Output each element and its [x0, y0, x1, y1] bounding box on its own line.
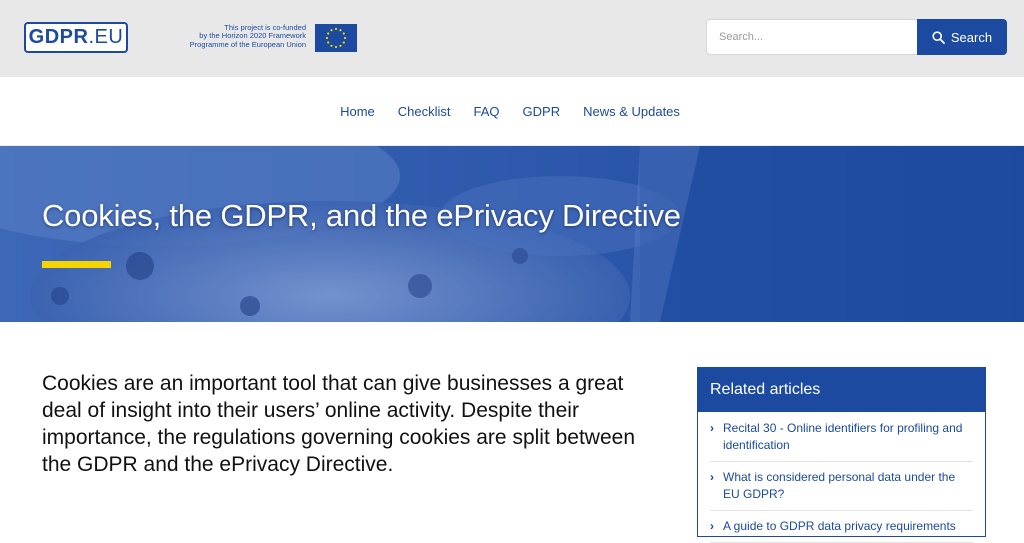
- nav-item-news-updates[interactable]: News & Updates: [583, 104, 680, 119]
- cofund-line: Programme of the European Union: [189, 39, 306, 49]
- eu-flag-star: [325, 36, 329, 40]
- eu-flag-star: [330, 44, 333, 47]
- eu-flag-star: [327, 41, 330, 44]
- logo-light-text: .EU: [88, 26, 124, 48]
- hero-banner: Cookies, the GDPR, and the ePrivacy Dire…: [0, 146, 1024, 322]
- hero-background-image: [0, 146, 1024, 322]
- eu-flag-star: [334, 27, 338, 31]
- nav-item-gdpr[interactable]: GDPR: [523, 104, 561, 119]
- eu-flag-star: [334, 45, 338, 49]
- nav-item-home[interactable]: Home: [340, 104, 375, 119]
- logo-bold-text: GDPR: [28, 26, 89, 48]
- related-article-label: What is considered personal data under t…: [723, 470, 956, 501]
- search-icon: [932, 30, 945, 44]
- eu-flag-star: [339, 44, 342, 47]
- related-article-link[interactable]: › What is considered personal data under…: [710, 462, 973, 511]
- search-button-label: Search: [950, 29, 993, 45]
- related-article-label: A guide to GDPR data privacy requirement…: [723, 519, 956, 533]
- eu-flag-star: [327, 32, 330, 35]
- eu-flag-star: [343, 36, 347, 40]
- eu-flag-star: [330, 29, 333, 32]
- related-article-link[interactable]: › A guide to GDPR data privacy requireme…: [710, 511, 973, 543]
- related-articles-heading: Related articles: [698, 368, 985, 412]
- search-input[interactable]: [707, 20, 917, 54]
- eu-flag-star: [339, 29, 342, 32]
- top-bar: GDPR .EU This project is co-funded by the…: [0, 0, 1024, 77]
- related-article-label: Recital 30 - Online identifiers for prof…: [723, 421, 963, 452]
- chevron-right-icon: ›: [710, 470, 714, 484]
- chevron-right-icon: ›: [710, 421, 714, 435]
- eu-flag-icon: [315, 24, 357, 52]
- search-box: Search: [706, 19, 1007, 55]
- gdpr-eu-logo[interactable]: GDPR .EU: [24, 22, 128, 53]
- chevron-right-icon: ›: [710, 519, 714, 533]
- page-title: Cookies, the GDPR, and the ePrivacy Dire…: [42, 198, 681, 233]
- related-articles-panel: Related articles › Recital 30 - Online i…: [697, 367, 986, 543]
- eu-flag-star: [342, 41, 345, 44]
- title-accent-bar: [42, 261, 111, 268]
- nav-item-checklist[interactable]: Checklist: [398, 104, 451, 119]
- cofund-notice: This project is co-funded by the Horizon…: [172, 23, 306, 49]
- intro-paragraph: Cookies are an important tool that can g…: [42, 372, 636, 476]
- eu-flag-star: [342, 32, 345, 35]
- search-button[interactable]: Search: [917, 19, 1007, 55]
- main-nav: Home Checklist FAQ GDPR News & Updates: [0, 77, 1024, 146]
- eu-flag-stars: [315, 24, 357, 52]
- nav-item-faq[interactable]: FAQ: [474, 104, 500, 119]
- related-article-link[interactable]: › Recital 30 - Online identifiers for pr…: [710, 412, 973, 462]
